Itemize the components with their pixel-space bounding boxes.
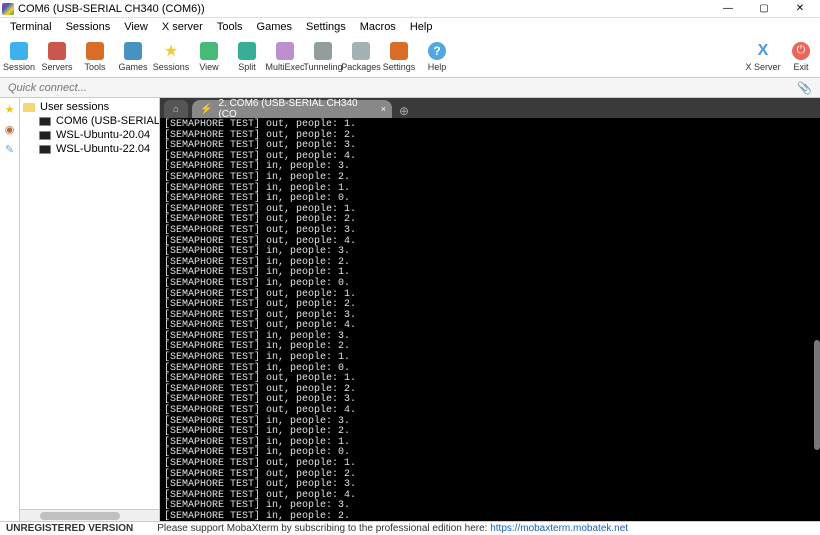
menu-games[interactable]: Games (251, 19, 298, 35)
gear-icon (390, 42, 408, 60)
session-icon (10, 42, 28, 60)
toolbar-tools[interactable]: Tools (76, 42, 114, 72)
sidebar: User sessions COM6 (USB-SERIAL CH340 (CO… (20, 98, 160, 521)
status-link[interactable]: https://mobaxterm.mobatek.net (490, 523, 628, 534)
sidebar-hscroll-thumb[interactable] (40, 512, 120, 520)
new-tab-button[interactable]: ⊕ (396, 104, 412, 118)
toolbar-label: Packages (341, 62, 381, 72)
split-icon (238, 42, 256, 60)
title-bar: COM6 (USB-SERIAL CH340 (COM6)) — ▢ ✕ (0, 0, 820, 18)
toolbar-label: Settings (383, 62, 416, 72)
session-item[interactable]: WSL-Ubuntu-22.04 (20, 142, 159, 156)
terminal-tab[interactable]: ⚡ 2. COM6 (USB-SERIAL CH340 (CO × (192, 100, 392, 118)
session-label: WSL-Ubuntu-20.04 (56, 129, 150, 141)
toolbar-label: Sessions (153, 62, 190, 72)
status-text: Please support MobaXterm by subscribing … (157, 523, 490, 534)
menu-view[interactable]: View (118, 19, 154, 35)
tab-close-icon[interactable]: × (381, 104, 386, 114)
toolbar-label: Split (238, 62, 256, 72)
terminal-icon (38, 129, 52, 141)
session-tree: User sessions COM6 (USB-SERIAL CH340 (CO… (20, 98, 159, 509)
menu-tools[interactable]: Tools (211, 19, 249, 35)
toolbar-help[interactable]: ? Help (418, 42, 456, 72)
terminal-vscroll[interactable] (812, 120, 820, 521)
toolbar-label: MultiExec (266, 62, 305, 72)
tools-icon (86, 42, 104, 60)
menu-help[interactable]: Help (404, 19, 439, 35)
menu-settings[interactable]: Settings (300, 19, 352, 35)
star-tab-icon[interactable]: ★ (3, 102, 17, 116)
menu-terminal[interactable]: Terminal (4, 19, 58, 35)
toolbar-split[interactable]: Split (228, 42, 266, 72)
globe-tab-icon[interactable]: ◉ (3, 122, 17, 136)
content-area: ⌂ ⚡ 2. COM6 (USB-SERIAL CH340 (CO × ⊕ [S… (160, 98, 820, 521)
folder-icon (22, 101, 36, 113)
tree-root-label: User sessions (40, 101, 109, 113)
menu-bar: TerminalSessionsViewX serverToolsGamesSe… (0, 18, 820, 36)
tree-root[interactable]: User sessions (20, 100, 159, 114)
toolbar-label: Tunneling (303, 62, 342, 72)
maximize-button[interactable]: ▢ (752, 2, 776, 16)
toolbar-session[interactable]: Session (0, 42, 38, 72)
view-icon (200, 42, 218, 60)
toolbar-label: Exit (793, 62, 808, 72)
session-item[interactable]: WSL-Ubuntu-20.04 (20, 128, 159, 142)
menu-x-server[interactable]: X server (156, 19, 209, 35)
session-label: WSL-Ubuntu-22.04 (56, 143, 150, 155)
tab-strip: ⌂ ⚡ 2. COM6 (USB-SERIAL CH340 (CO × ⊕ (160, 98, 820, 118)
toolbar-packages[interactable]: Packages (342, 42, 380, 72)
app-icon (2, 3, 14, 15)
quick-connect-input[interactable] (4, 80, 793, 96)
servers-icon (48, 42, 66, 60)
exit-icon: ⏻ (792, 42, 810, 60)
toolbar-view[interactable]: View (190, 42, 228, 72)
terminal-vscroll-thumb[interactable] (814, 340, 820, 450)
home-tab[interactable]: ⌂ (164, 100, 188, 118)
toolbar-servers[interactable]: Servers (38, 42, 76, 72)
xsrv-icon: X (754, 42, 772, 60)
toolbar-games[interactable]: Games (114, 42, 152, 72)
terminal-output[interactable]: [SEMAPHORE TEST] out, people: 1. [SEMAPH… (160, 118, 820, 521)
toolbar-label: View (199, 62, 218, 72)
terminal-icon (38, 143, 52, 155)
toolbar-label: Session (3, 62, 35, 72)
toolbar-label: X Server (745, 62, 780, 72)
quick-connect-bar: 📎 (0, 78, 820, 98)
toolbar-exit[interactable]: ⏻ Exit (782, 42, 820, 72)
window-title: COM6 (USB-SERIAL CH340 (COM6)) (18, 3, 716, 15)
toolbar-x-server[interactable]: X X Server (744, 42, 782, 72)
session-label: COM6 (USB-SERIAL CH340 (CO (56, 115, 159, 127)
toolbar-label: Servers (41, 62, 72, 72)
attachment-icon[interactable]: 📎 (793, 81, 816, 95)
minimize-button[interactable]: — (716, 2, 740, 16)
tunnel-icon (314, 42, 332, 60)
status-unregistered: UNREGISTERED VERSION (6, 523, 133, 534)
tab-serial-icon: ⚡ (200, 104, 212, 115)
pkg-icon (352, 42, 370, 60)
toolbar-label: Help (428, 62, 447, 72)
toolbar: Session Servers Tools Games ★ Sessions View Spl… (0, 36, 820, 78)
multi-icon (276, 42, 294, 60)
help-icon: ? (428, 42, 446, 60)
status-bar: UNREGISTERED VERSION Please support Moba… (0, 521, 820, 535)
toolbar-sessions[interactable]: ★ Sessions (152, 42, 190, 72)
toolbar-label: Games (118, 62, 147, 72)
status-message: Please support MobaXterm by subscribing … (157, 523, 628, 534)
menu-sessions[interactable]: Sessions (60, 19, 117, 35)
terminal-icon (38, 115, 52, 127)
toolbar-tunneling[interactable]: Tunneling (304, 42, 342, 72)
terminal-tab-label: 2. COM6 (USB-SERIAL CH340 (CO (218, 98, 374, 120)
toolbar-settings[interactable]: Settings (380, 42, 418, 72)
toolbar-label: Tools (84, 62, 105, 72)
close-button[interactable]: ✕ (788, 2, 812, 16)
star-icon: ★ (162, 42, 180, 60)
session-item[interactable]: COM6 (USB-SERIAL CH340 (CO (20, 114, 159, 128)
tools-tab-icon[interactable]: ✎ (3, 142, 17, 156)
menu-macros[interactable]: Macros (354, 19, 402, 35)
sidebar-hscroll[interactable] (20, 509, 159, 521)
side-tab-strip: ★ ◉ ✎ (0, 98, 20, 521)
games-icon (124, 42, 142, 60)
toolbar-multiexec[interactable]: MultiExec (266, 42, 304, 72)
